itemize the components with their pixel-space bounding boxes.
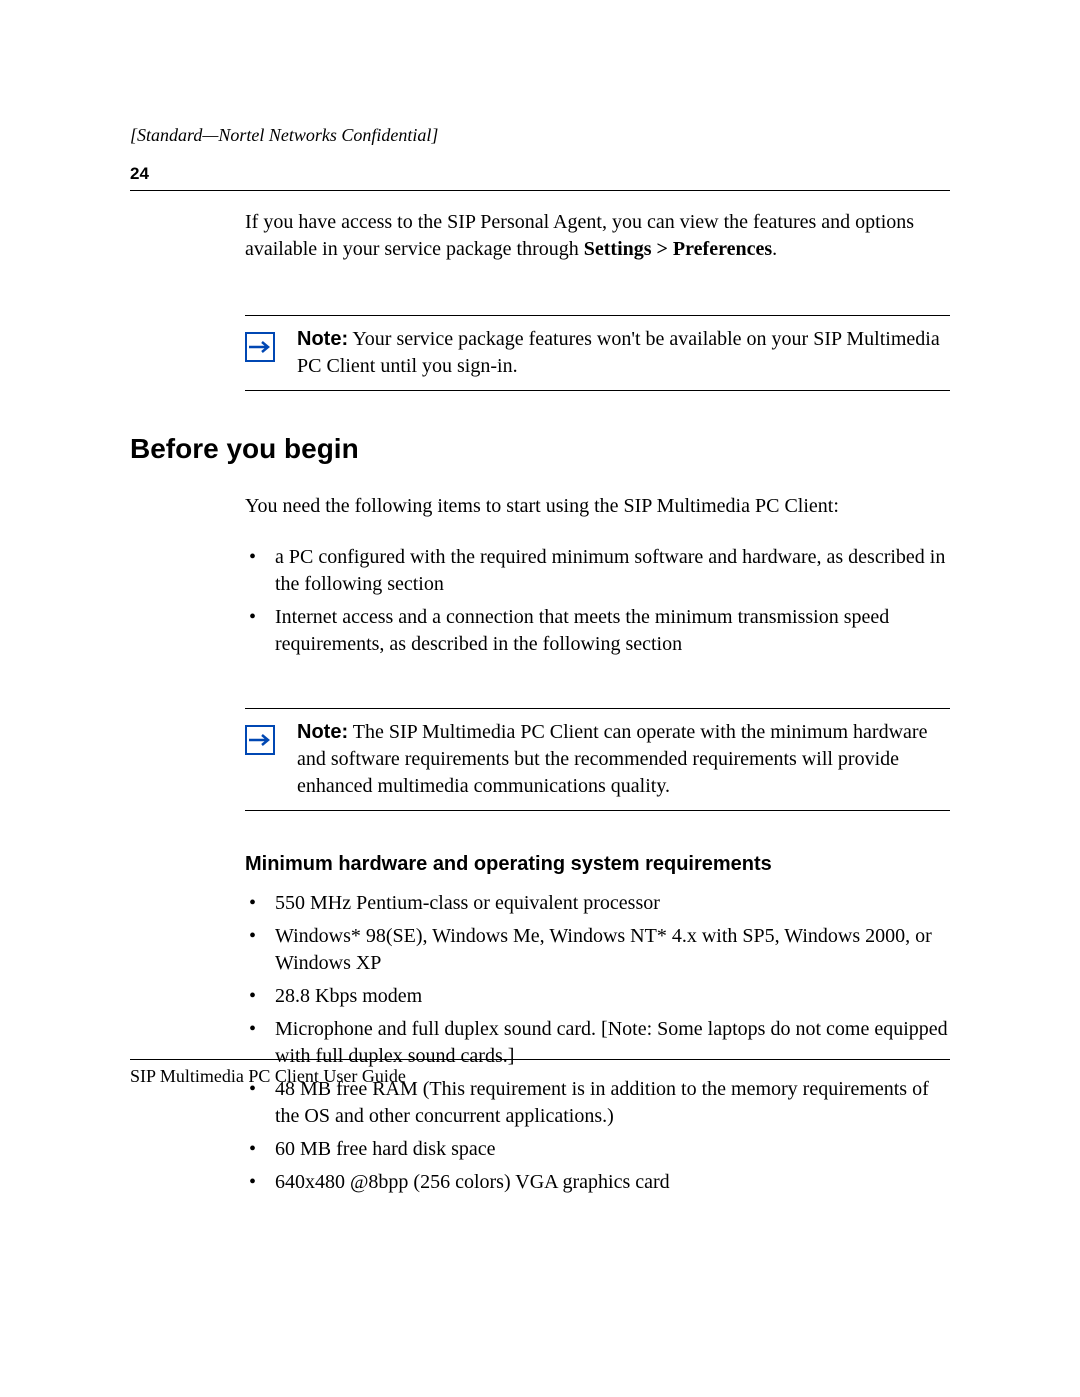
note-block-2: Note: The SIP Multimedia PC Client can o… — [245, 708, 950, 811]
items-list-1: a PC configured with the required minimu… — [245, 544, 950, 658]
note-label: Note: — [297, 328, 348, 350]
list-item: 60 MB free hard disk space — [245, 1136, 950, 1163]
list-item: 28.8 Kbps modem — [245, 983, 950, 1010]
note-rule-bottom — [245, 810, 950, 811]
intro-text-before: If you have access to the SIP Personal A… — [245, 211, 914, 260]
header-rule — [130, 190, 950, 191]
note-text-2: Note: The SIP Multimedia PC Client can o… — [297, 719, 950, 800]
note-body: Your service package features won't be a… — [297, 328, 940, 377]
list-item: Windows* 98(SE), Windows Me, Windows NT*… — [245, 923, 950, 977]
note-text-1: Note: Your service package features won'… — [297, 326, 950, 380]
sub-heading: Minimum hardware and operating system re… — [245, 853, 950, 876]
note-rule-bottom — [245, 390, 950, 391]
intro-bold: Settings > Preferences — [584, 238, 772, 260]
arrow-right-icon — [245, 725, 275, 755]
arrow-right-icon — [245, 332, 275, 362]
note-block-1: Note: Your service package features won'… — [245, 315, 950, 391]
list-item: 550 MHz Pentium-class or equivalent proc… — [245, 890, 950, 917]
header-classification: [Standard—Nortel Networks Confidential] — [130, 125, 950, 146]
note-label: Note: — [297, 721, 348, 743]
section-intro: You need the following items to start us… — [245, 493, 950, 520]
footer-rule — [130, 1059, 950, 1060]
section-heading: Before you begin — [130, 433, 950, 465]
footer: SIP Multimedia PC Client User Guide — [130, 1059, 950, 1087]
footer-text: SIP Multimedia PC Client User Guide — [130, 1066, 950, 1087]
note-body: The SIP Multimedia PC Client can operate… — [297, 721, 927, 797]
list-item: Internet access and a connection that me… — [245, 604, 950, 658]
intro-text-after: . — [772, 238, 777, 260]
list-item: 640x480 @8bpp (256 colors) VGA graphics … — [245, 1169, 950, 1196]
list-item: a PC configured with the required minimu… — [245, 544, 950, 598]
intro-paragraph: If you have access to the SIP Personal A… — [245, 209, 950, 263]
items-list-2: 550 MHz Pentium-class or equivalent proc… — [245, 890, 950, 1196]
page-number: 24 — [130, 164, 950, 184]
